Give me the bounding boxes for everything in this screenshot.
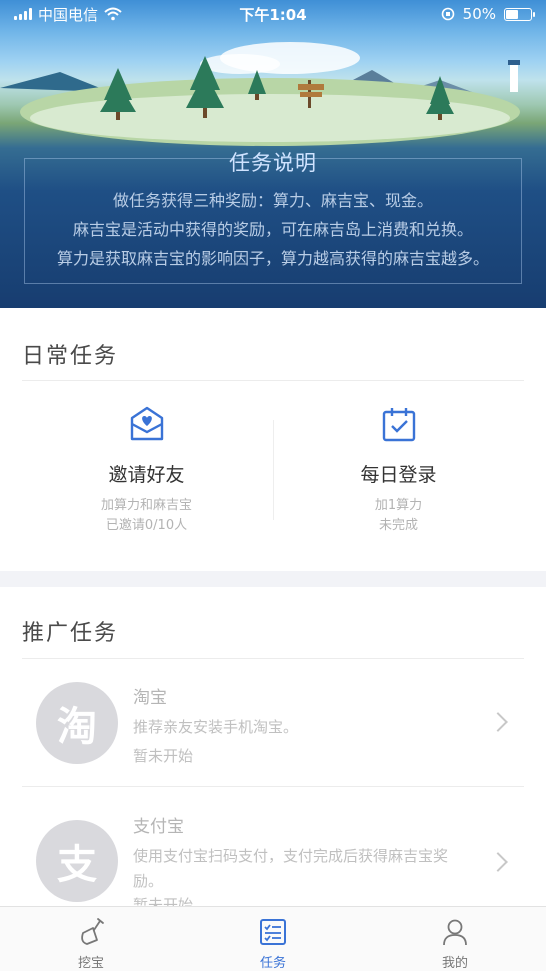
promo-tasks-card: 推广任务 淘 淘宝 推荐亲友安装手机淘宝。 暂未开始 支 支付宝 使用支付宝扫码… [0, 587, 546, 907]
intro-text: 做任务获得三种奖励：算力、麻吉宝、现金。 麻吉宝是活动中获得的奖励，可在麻吉岛上… [24, 186, 522, 273]
task-status: 未完成 [378, 518, 418, 533]
promo-name: 淘宝 [133, 688, 167, 708]
tab-tasks[interactable]: 任务 [182, 907, 364, 971]
section-title: 推广任务 [22, 621, 119, 646]
signal-icon [14, 8, 32, 20]
intro-line: 麻吉宝是活动中获得的奖励，可在麻吉岛上消费和兑换。 [72, 220, 473, 239]
status-bar: 中国电信 下午1:04 50% [0, 0, 546, 28]
tab-label: 挖宝 [77, 956, 104, 971]
chevron-right-icon [488, 852, 508, 872]
daily-tasks-card: 日常任务 邀请好友 加算力和麻吉宝 已邀请0/10人 每日登录 加1算力 未完成 [0, 308, 546, 571]
task-reward: 加算力和麻吉宝 [100, 498, 192, 513]
promo-item-taobao[interactable]: 淘 淘宝 推荐亲友安装手机淘宝。 暂未开始 [0, 659, 546, 787]
task-status: 已邀请0/10人 [105, 518, 188, 533]
shovel-icon [81, 918, 104, 945]
task-reward: 加1算力 [374, 498, 423, 513]
battery-icon [504, 7, 535, 21]
promo-status: 暂未开始 [133, 747, 194, 765]
promo-name: 支付宝 [133, 817, 184, 837]
intro-title: 任务说明 [229, 151, 317, 175]
wifi-icon [104, 7, 122, 21]
promo-item-alipay[interactable]: 支 支付宝 使用支付宝扫码支付，支付完成后获得麻吉宝奖励。 暂未开始 [0, 787, 546, 907]
task-name: 每日登录 [360, 464, 437, 486]
calendar-check-icon [382, 408, 415, 442]
task-name: 邀请好友 [108, 464, 185, 486]
tab-dig[interactable]: 挖宝 [0, 907, 182, 971]
hero-banner: 任务说明 做任务获得三种奖励：算力、麻吉宝、现金。 麻吉宝是活动中获得的奖励，可… [0, 0, 546, 308]
promo-desc: 推荐亲友安装手机淘宝。 [133, 718, 299, 736]
tab-label: 任务 [259, 956, 286, 971]
section-title: 日常任务 [22, 344, 119, 369]
intro-line: 做任务获得三种奖励：算力、麻吉宝、现金。 [112, 191, 433, 210]
tab-label: 我的 [441, 956, 468, 971]
divider [22, 380, 524, 381]
clock: 下午1:04 [239, 5, 307, 24]
task-invite-friends[interactable]: 邀请好友 加算力和麻吉宝 已邀请0/10人 [10, 404, 283, 536]
chevron-right-icon [488, 712, 508, 732]
avatar: 淘 [36, 682, 118, 764]
avatar: 支 [36, 820, 118, 902]
battery-percent: 50% [462, 5, 496, 23]
carrier-name: 中国电信 [38, 5, 99, 24]
tab-mine[interactable]: 我的 [364, 907, 546, 971]
intro-line: 算力是获取麻吉宝的影响因子，算力越高获得的麻吉宝越多。 [56, 249, 489, 268]
invite-envelope-icon [130, 406, 163, 441]
task-list-icon [260, 919, 286, 945]
rotation-lock-icon [441, 7, 454, 21]
promo-desc: 使用支付宝扫码支付，支付完成后获得麻吉宝奖励。 [133, 847, 449, 890]
tab-bar: 挖宝 任务 我的 [0, 906, 546, 971]
task-daily-login[interactable]: 每日登录 加1算力 未完成 [262, 404, 535, 536]
person-icon [443, 919, 467, 946]
